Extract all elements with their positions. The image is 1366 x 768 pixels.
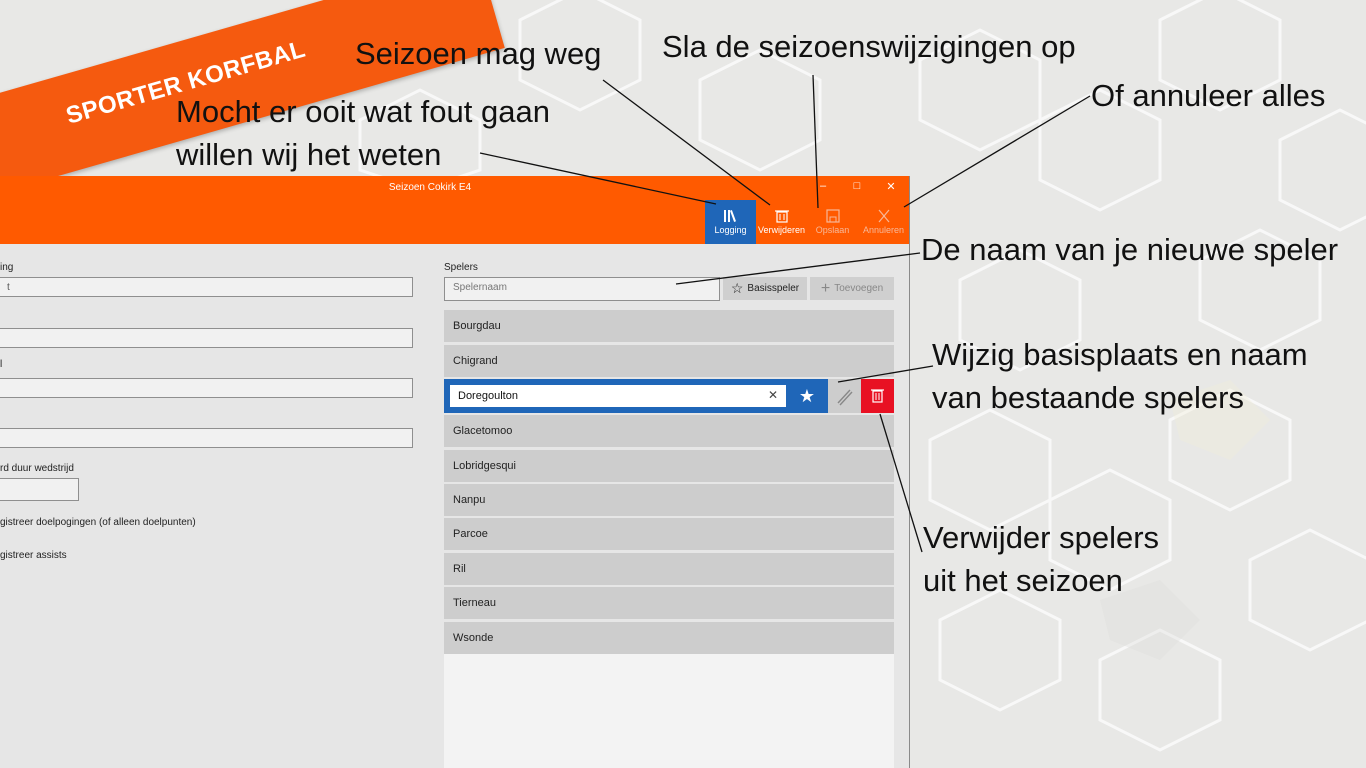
plus-icon: + — [820, 279, 831, 297]
cancel-label: Annuleren — [862, 225, 905, 235]
annotation-remove-player: Verwijder spelers uit het seizoen — [923, 516, 1159, 602]
player-row[interactable]: Bourgdau — [444, 310, 894, 342]
maximize-button[interactable]: □ — [840, 180, 874, 192]
save-icon — [825, 209, 840, 223]
field-three[interactable] — [0, 378, 413, 398]
annotation-error: Mocht er ooit wat fout gaan willen wij h… — [176, 90, 550, 176]
trash-icon — [871, 389, 884, 403]
basis-player-label: Basisspeler — [747, 283, 800, 294]
trash-icon — [774, 210, 789, 223]
player-edit-input[interactable]: Doregoulton ✕ — [449, 384, 787, 408]
option-goals-label[interactable]: gistreer doelpogingen (of alleen doelpun… — [0, 517, 196, 528]
logging-button[interactable]: Logging — [705, 200, 756, 244]
remove-player-button[interactable] — [861, 379, 894, 413]
player-row[interactable]: Chigrand — [444, 345, 894, 377]
save-button[interactable]: Opslaan — [807, 200, 858, 244]
library-icon — [723, 210, 736, 222]
field-label-three: l — [0, 359, 3, 370]
player-row[interactable]: Ril — [444, 553, 894, 585]
window-title: Seizoen Cokirk E4 — [388, 182, 472, 193]
players-label: Spelers — [444, 262, 478, 273]
annotation-cancel: Of annuleer alles — [1091, 78, 1326, 113]
basis-player-button[interactable]: ☆ Basisspeler — [723, 277, 807, 300]
annotation-edit-line2: van bestaande spelers — [932, 380, 1244, 415]
pencil-icon — [837, 389, 853, 406]
annotation-new-player: De naam van je nieuwe speler — [921, 232, 1339, 267]
player-row[interactable]: Lobridgesqui — [444, 450, 894, 482]
annotation-edit-player: Wijzig basisplaats en naam van bestaande… — [932, 333, 1308, 419]
close-window-button[interactable]: ✕ — [874, 180, 908, 193]
add-player-button[interactable]: + Toevoegen — [810, 277, 894, 300]
player-row[interactable]: Parcoe — [444, 518, 894, 550]
player-name-input[interactable]: Spelernaam — [444, 277, 720, 301]
star-toggle-button[interactable]: ★ — [790, 383, 824, 409]
player-row[interactable]: Tierneau — [444, 587, 894, 619]
delete-label: Verwijderen — [757, 225, 806, 235]
player-edit-value: Doregoulton — [458, 390, 518, 402]
season-name-field[interactable]: t — [0, 277, 413, 297]
edit-player-button[interactable] — [828, 379, 861, 413]
player-list-empty-area — [444, 654, 894, 768]
annotation-error-line1: Mocht er ooit wat fout gaan — [176, 94, 550, 129]
clear-icon[interactable]: ✕ — [768, 388, 778, 402]
app-window: Seizoen Cokirk E4 – □ ✕ Logging Verwijde… — [0, 176, 910, 768]
star-outline-icon: ☆ — [730, 280, 744, 296]
title-bar: Seizoen Cokirk E4 – □ ✕ Logging Verwijde… — [0, 176, 909, 244]
annotation-delete-season: Seizoen mag weg — [355, 36, 602, 71]
field-label-name: ing — [0, 262, 14, 273]
player-edit-row: Doregoulton ✕ ★ — [444, 379, 894, 413]
add-player-label: Toevoegen — [834, 283, 884, 294]
minimize-button[interactable]: – — [806, 180, 840, 192]
delete-season-button[interactable]: Verwijderen — [756, 200, 807, 244]
cancel-button[interactable]: Annuleren — [858, 200, 909, 244]
duration-label: rd duur wedstrijd — [0, 463, 74, 474]
annotation-remove-line2: uit het seizoen — [923, 563, 1123, 598]
annotation-save: Sla de seizoenswijzigingen op — [662, 29, 1076, 64]
player-row[interactable]: Wsonde — [444, 622, 894, 654]
save-label: Opslaan — [815, 225, 850, 235]
annotation-remove-line1: Verwijder spelers — [923, 520, 1160, 555]
annotation-error-line2: willen wij het weten — [176, 137, 442, 172]
logging-label: Logging — [714, 225, 747, 235]
duration-field[interactable] — [0, 478, 79, 501]
close-icon — [878, 209, 889, 223]
player-row[interactable]: Glacetomoo — [444, 415, 894, 447]
annotation-edit-line1: Wijzig basisplaats en naam — [932, 337, 1308, 372]
option-assists-label[interactable]: gistreer assists — [0, 550, 67, 561]
player-row[interactable]: Nanpu — [444, 484, 894, 516]
field-four[interactable] — [0, 428, 413, 448]
field-two[interactable] — [0, 328, 413, 348]
